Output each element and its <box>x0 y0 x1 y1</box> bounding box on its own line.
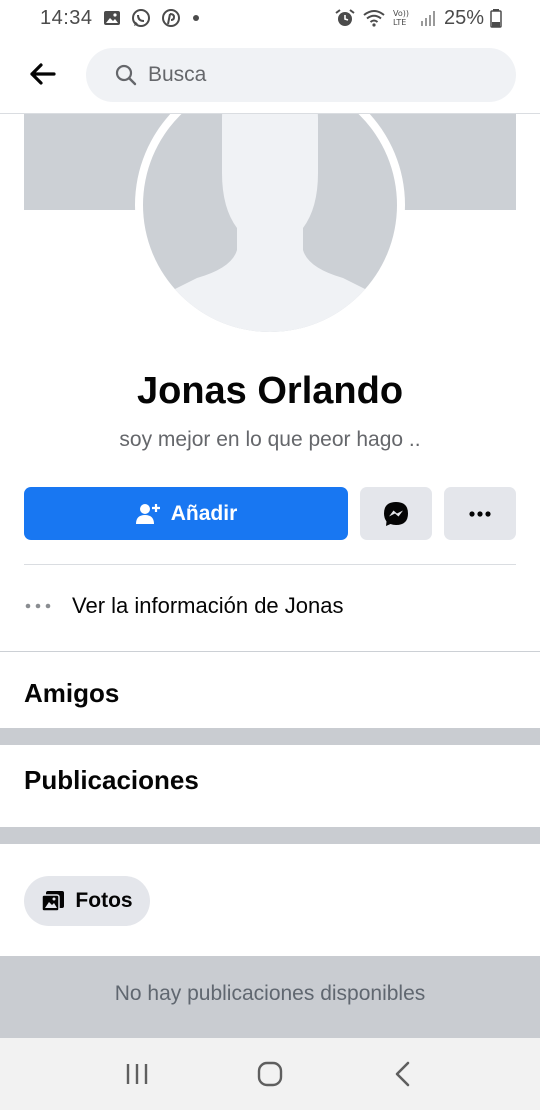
section-separator <box>0 827 540 844</box>
see-info-label: Ver la información de Jonas <box>72 593 344 618</box>
back-button[interactable] <box>24 56 60 92</box>
home-button[interactable] <box>240 1044 300 1104</box>
alarm-icon <box>334 8 356 28</box>
search-icon <box>115 64 137 86</box>
back-chevron-icon <box>396 1061 410 1087</box>
more-dots-icon <box>25 603 51 609</box>
recent-apps-icon <box>126 1064 147 1084</box>
profile-avatar[interactable] <box>143 78 397 332</box>
see-info-row[interactable]: Ver la información de Jonas <box>24 580 516 632</box>
divider <box>0 651 540 652</box>
back-arrow-icon <box>30 63 56 85</box>
battery-percent: 25% <box>443 6 484 29</box>
whatsapp-icon <box>131 8 151 28</box>
search-input[interactable]: Busca <box>86 48 516 102</box>
status-right: Vo)) LTE 25% <box>334 7 502 30</box>
photos-chip-label: Fotos <box>75 889 133 912</box>
section-separator <box>0 728 540 745</box>
photos-icon <box>41 891 65 912</box>
system-nav-bar <box>0 1038 540 1110</box>
profile-bio: soy mejor en lo que peor hago .. <box>119 428 421 451</box>
battery-icon <box>490 8 502 28</box>
recent-apps-button[interactable] <box>107 1044 167 1104</box>
friends-section-title[interactable]: Amigos <box>24 678 119 709</box>
empty-feed: No hay publicaciones disponibles <box>0 956 540 1040</box>
svg-text:Vo)): Vo)) <box>393 9 409 18</box>
svg-text:LTE: LTE <box>393 18 406 27</box>
default-person-icon <box>167 78 373 332</box>
more-options-button[interactable] <box>444 487 516 540</box>
status-left: 14:34 <box>40 7 201 30</box>
add-friend-label: Añadir <box>170 501 238 525</box>
profile-name: Jonas Orlando <box>136 370 404 412</box>
wifi-icon <box>362 8 386 28</box>
volte-icon: Vo)) LTE <box>392 8 414 28</box>
top-bar: Busca <box>0 36 540 114</box>
empty-feed-text: No hay publicaciones disponibles <box>114 982 426 1005</box>
photos-chip[interactable]: Fotos <box>24 876 150 926</box>
messenger-icon <box>384 501 408 526</box>
add-friend-icon <box>135 503 160 524</box>
divider <box>24 564 516 565</box>
gallery-icon <box>103 9 121 27</box>
signal-icon <box>420 9 438 27</box>
profile-actions: Añadir <box>24 487 516 540</box>
status-bar: 14:34 Vo)) LTE 25% <box>0 0 540 36</box>
posts-section-title: Publicaciones <box>24 765 199 795</box>
pinterest-icon <box>161 8 181 28</box>
status-time: 14:34 <box>40 6 93 29</box>
more-dots-icon <box>469 510 491 517</box>
message-button[interactable] <box>360 487 432 540</box>
add-friend-button[interactable]: Añadir <box>24 487 348 540</box>
back-nav-button[interactable] <box>373 1044 433 1104</box>
dot-icon <box>191 13 201 23</box>
search-placeholder: Busca <box>148 63 207 86</box>
home-icon <box>257 1061 283 1087</box>
